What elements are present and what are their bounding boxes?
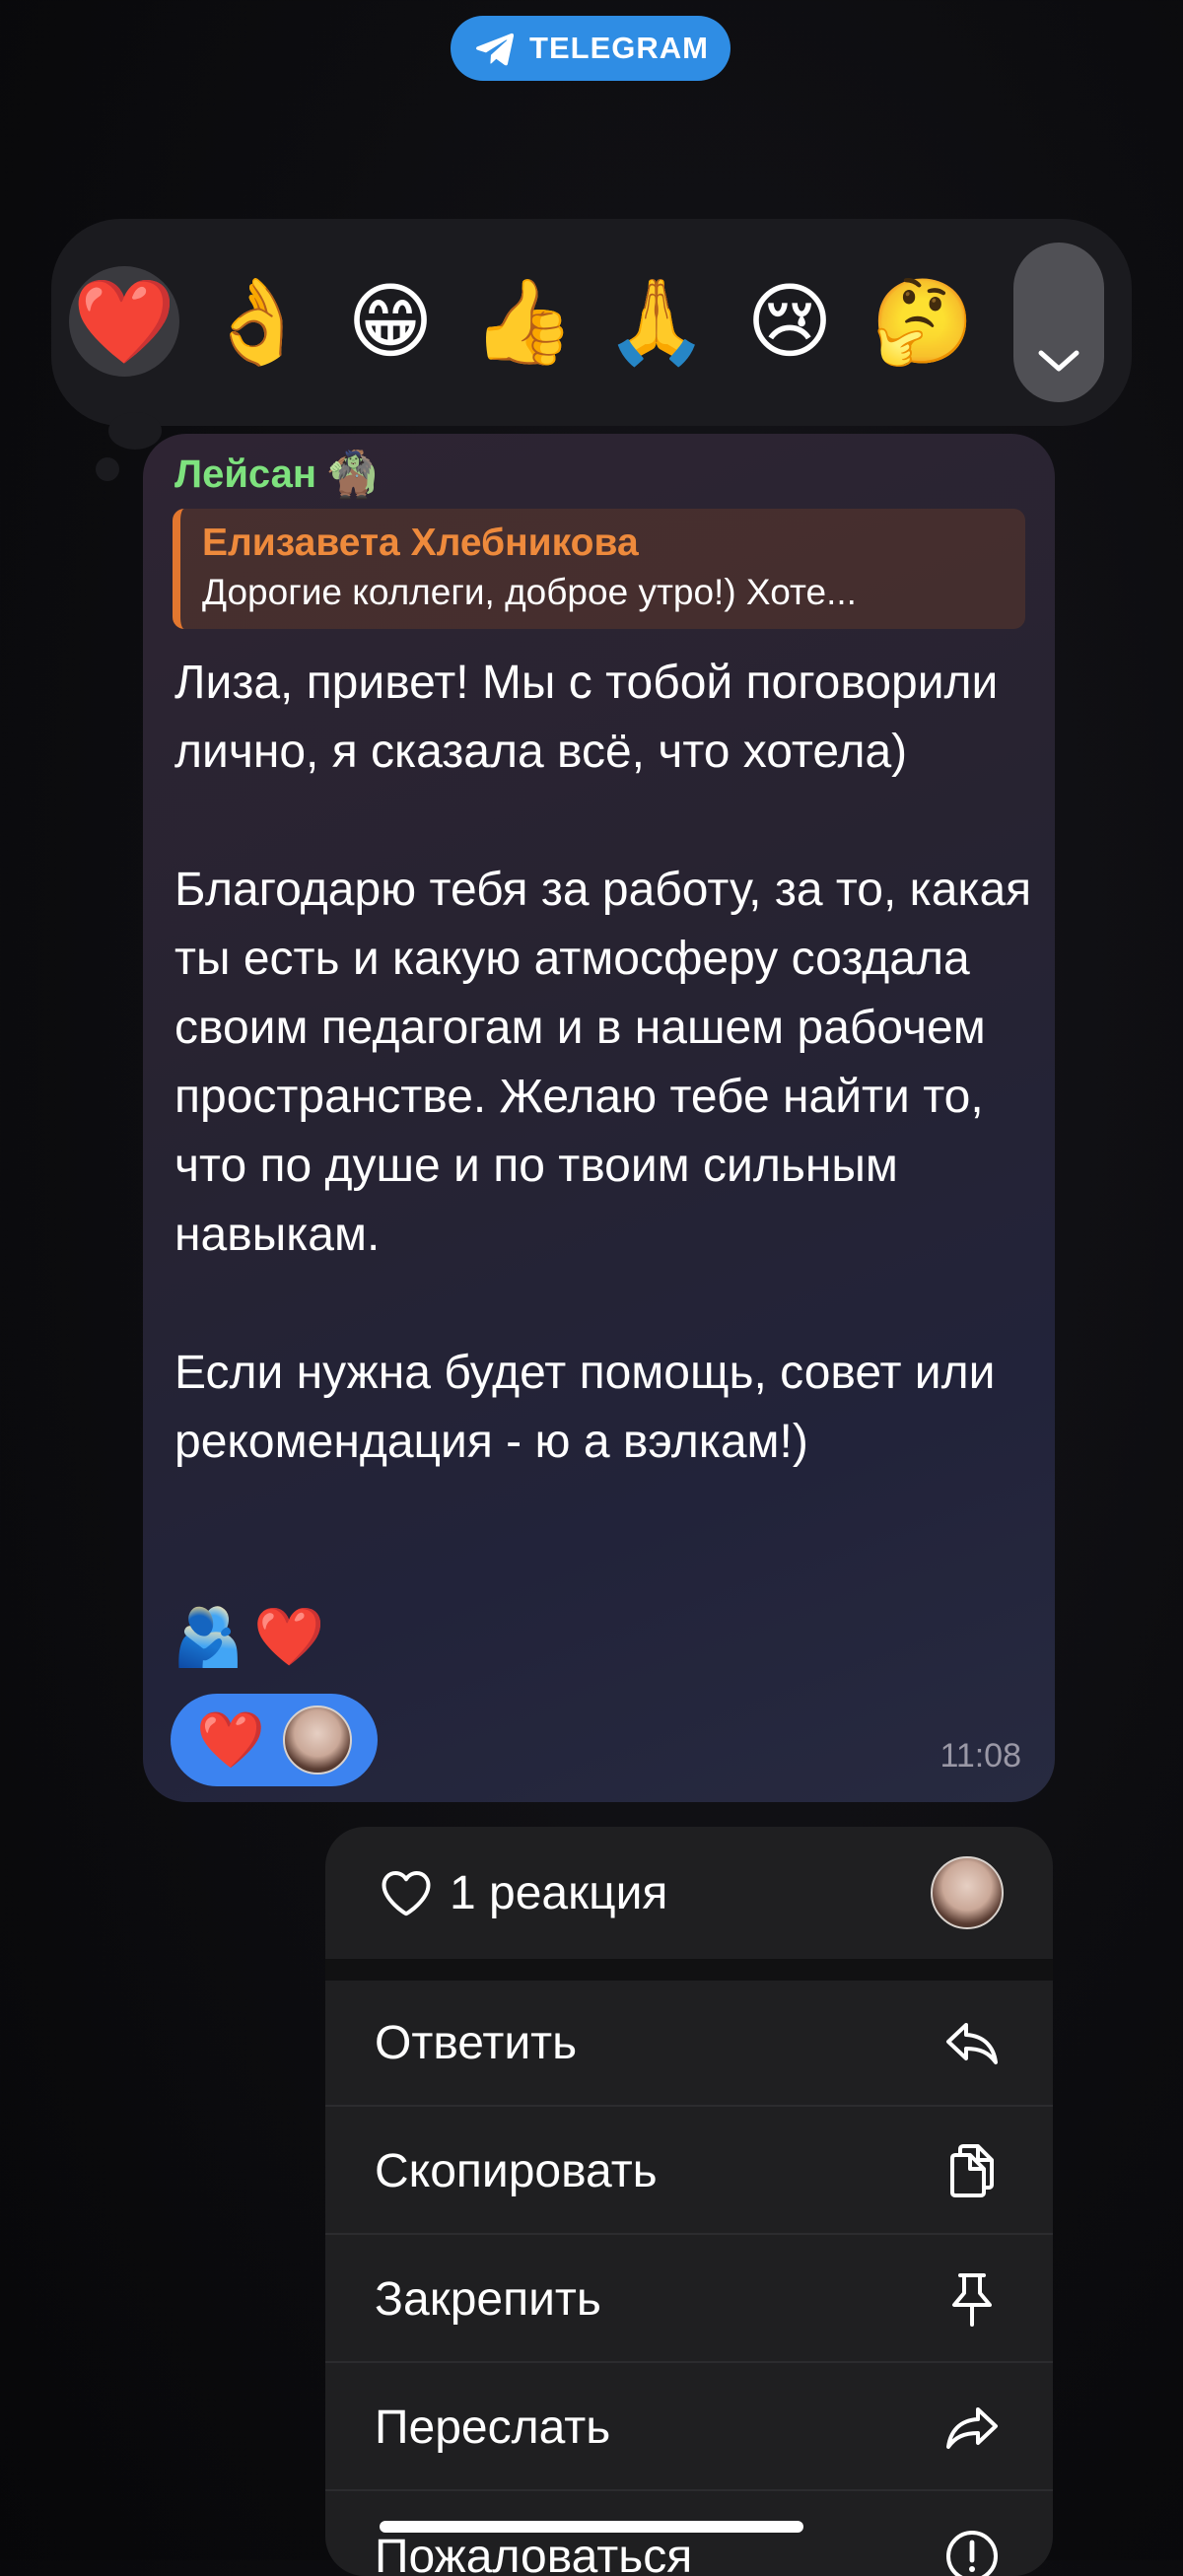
message-paragraph: Благодарю тебя за работу, за то, какая т… — [174, 856, 1032, 1270]
sender-status-emoji: 🧌 — [324, 452, 381, 497]
menu-item-copy[interactable]: Скопировать — [325, 2109, 1053, 2235]
reaction-pray[interactable]: 🙏 — [601, 266, 712, 377]
copy-icon — [940, 2139, 1004, 2202]
menu-item-label: Закрепить — [375, 2272, 601, 2327]
telegram-badge-label: TELEGRAM — [529, 31, 709, 66]
reactions-summary[interactable]: 1 реакция — [325, 1827, 1053, 1959]
chevron-down-icon — [1037, 347, 1080, 375]
reaction-heart[interactable]: ❤️ — [69, 266, 179, 377]
menu-item-label: Скопировать — [375, 2144, 658, 2198]
message-reaction-pill[interactable]: ❤️ — [171, 1694, 378, 1786]
reply-text: Дорогие коллеги, доброе утро!) Хоте... — [202, 568, 1004, 617]
context-menu: 1 реакция Ответить Скопировать Закрепить… — [325, 1827, 1053, 2576]
menu-separator — [325, 1959, 1053, 1981]
reply-quote[interactable]: Елизавета Хлебникова Дорогие коллеги, до… — [173, 509, 1025, 629]
reaction-picker-tail-small — [96, 457, 119, 481]
message-text: Лиза, привет! Мы с тобой поговорили личн… — [174, 649, 1032, 1546]
message-time: 11:08 — [939, 1737, 1021, 1775]
forward-icon — [940, 2396, 1004, 2459]
reaction-ok-hand[interactable]: 👌 — [202, 266, 313, 377]
message-bubble[interactable]: Лейсан 🧌 Елизавета Хлебникова Дорогие ко… — [143, 434, 1055, 1802]
menu-item-reply[interactable]: Ответить — [325, 1981, 1053, 2107]
sender-row: Лейсан 🧌 — [174, 452, 381, 497]
hug-emoji: 🫂 — [173, 1609, 244, 1666]
heart-emoji: ❤️ — [253, 1609, 324, 1666]
message-paragraph: Лиза, привет! Мы с тобой поговорили личн… — [174, 649, 1032, 787]
reaction-thumbs-up[interactable]: 👍 — [468, 266, 579, 377]
telegram-badge: TELEGRAM — [451, 16, 731, 81]
menu-item-pin[interactable]: Закрепить — [325, 2237, 1053, 2363]
pin-icon — [940, 2267, 1004, 2331]
message-emojis: 🫂 ❤️ — [173, 1609, 324, 1666]
reactor-avatar — [931, 1856, 1004, 1929]
reaction-grin[interactable]: 😁 — [335, 266, 446, 377]
menu-item-label: Переслать — [375, 2401, 610, 2455]
reaction-thinking[interactable]: 🤔 — [868, 266, 978, 377]
reply-icon — [940, 2011, 1004, 2074]
reaction-picker-tail — [108, 412, 162, 450]
reaction-cry[interactable]: 😢 — [734, 266, 845, 377]
report-icon — [940, 2525, 1004, 2576]
menu-item-forward[interactable]: Переслать — [325, 2365, 1053, 2491]
menu-item-label: Ответить — [375, 2016, 577, 2070]
reaction-pill-emoji: ❤️ — [196, 1712, 265, 1768]
heart-outline-icon — [377, 1863, 436, 1922]
reactor-avatar — [283, 1706, 352, 1775]
message-paragraph: Если нужна будет помощь, совет или реком… — [174, 1339, 1032, 1477]
reactions-count-label: 1 реакция — [450, 1866, 931, 1920]
telegram-plane-icon — [472, 26, 518, 71]
sender-name[interactable]: Лейсан — [174, 453, 316, 497]
home-indicator[interactable] — [380, 2521, 803, 2533]
reply-author: Елизавета Хлебникова — [202, 519, 1004, 568]
menu-item-label: Пожаловаться — [375, 2530, 692, 2576]
menu-item-report[interactable]: Пожаловаться — [325, 2493, 1053, 2576]
expand-reactions-button[interactable] — [1013, 243, 1104, 402]
